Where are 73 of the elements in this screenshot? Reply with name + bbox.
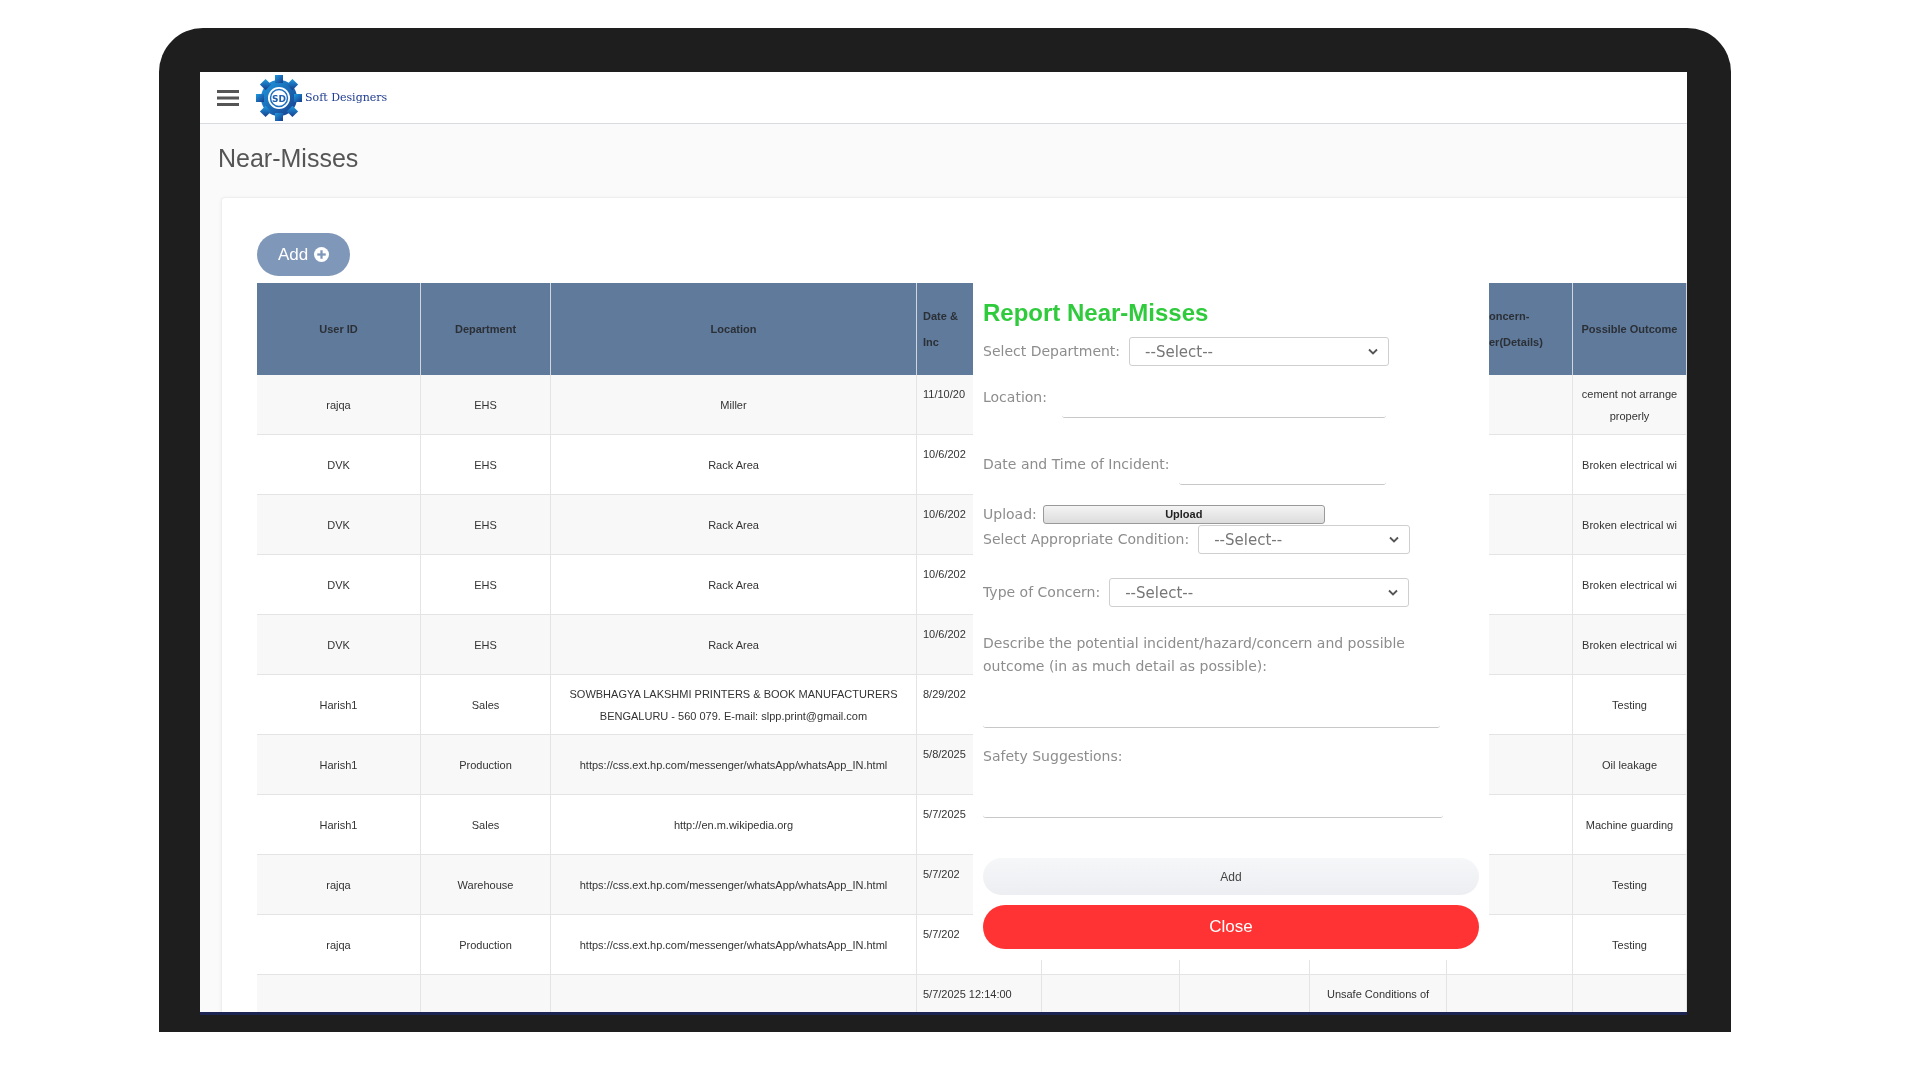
table-cell-text: Miller — [720, 397, 747, 413]
table-cell-text: rajqa — [326, 937, 351, 953]
menu-icon[interactable] — [217, 89, 239, 106]
table-cell-text: https://css.ext.hp.com/messenger/whatsApp/whatsApp_IN.html — [579, 877, 888, 893]
table-cell-text: Rack Area — [708, 457, 759, 473]
table-cell-text: 11/10/20 — [923, 387, 965, 402]
table-cell-text: https://css.ext.hp.com/messenger/whatsApp/whatsApp_IN.html — [579, 757, 888, 773]
table-cell-text: Warehouse — [457, 877, 514, 893]
table-cell-text: 5/8/2025 — [923, 747, 966, 762]
field-label: Upload: — [983, 504, 1037, 524]
table-cell-text: Harish1 — [319, 817, 358, 833]
field-label: Type of Concern: — [983, 583, 1101, 602]
table-cell-text: DVK — [327, 457, 350, 473]
page-title: Near-Misses — [218, 144, 359, 172]
table-cell-text: Rack Area — [708, 517, 759, 533]
table-cell-text: 5/7/202 — [923, 927, 960, 942]
table-cell-text: EHS — [474, 457, 497, 473]
table-cell-text: 8/29/202 — [923, 687, 966, 702]
table-cell-text: rajqa — [326, 877, 351, 893]
field-label: Select Appropriate Condition: — [983, 530, 1190, 549]
add-button[interactable]: Add — [257, 233, 350, 276]
table-cell-text: Oil leakage — [1601, 757, 1657, 773]
field-label: Safety Suggestions: — [983, 747, 1123, 766]
dropdown[interactable]: --Select-- — [1109, 578, 1409, 607]
table-cell-text: Broken electrical wi — [1582, 457, 1677, 473]
table-cell-text: Sales — [471, 817, 500, 833]
field-label: Describe the potential incident/hazard/concern and possible outcome (in as much detail as possible): — [983, 634, 1406, 676]
table-cell-text: 10/6/202 — [923, 627, 966, 642]
table-cell-text: https://css.ext.hp.com/messenger/whatsApp/whatsApp_IN.html — [579, 937, 888, 953]
table-cell-text: 5/7/2025 12:14:00 — [923, 987, 1012, 1002]
table-cell-text: DVK — [327, 637, 350, 653]
table-cell-text: Unsafe Conditions of — [1326, 987, 1430, 1002]
upload-button[interactable]: Upload — [1042, 504, 1325, 524]
table-cell-text: EHS — [474, 637, 497, 653]
table-cell-text: Harish1 — [319, 757, 358, 773]
table-cell-text: 10/6/202 — [923, 507, 966, 522]
dropdown[interactable]: --Select-- — [1198, 525, 1410, 554]
table-cell-text: Rack Area — [708, 577, 759, 593]
table-cell-text: Rack Area — [708, 637, 759, 653]
table-cell-text: Broken electrical wi — [1582, 637, 1677, 653]
table-cell-text: EHS — [474, 397, 497, 413]
table-cell-text: Broken electrical wi — [1582, 577, 1677, 593]
brand-name: Soft Designers — [305, 91, 388, 104]
table-cell-text: 10/6/202 — [923, 567, 966, 582]
chevron-down-icon — [1368, 348, 1378, 355]
table-cell-text: Broken electrical wi — [1582, 517, 1677, 533]
field-label: Date and Time of Incident: — [983, 455, 1170, 474]
add-button[interactable]: Add — [983, 858, 1479, 895]
table-cell-text: SOWBHAGYA LAKSHMI PRINTERS & BOOK MANUFACTURERS BENGALURU - 560 079. E-mail: slpp.print@gmail.com — [568, 686, 899, 724]
table-cell-text: Production — [459, 757, 512, 773]
table-cell-text: Testing — [1612, 937, 1647, 953]
table-cell-text: DVK — [327, 577, 350, 593]
table-cell-text: rajqa — [326, 397, 351, 413]
close-button[interactable]: Close — [983, 905, 1479, 949]
table-cell-text: 5/7/202 — [923, 867, 960, 882]
table-cell-text: Production — [459, 937, 512, 953]
table-cell-text: Harish1 — [319, 697, 358, 713]
dropdown[interactable]: --Select-- — [1129, 337, 1389, 366]
table-cell-text: Testing — [1612, 877, 1647, 893]
table-cell-text: Machine guarding — [1585, 817, 1674, 833]
table-cell-text: EHS — [474, 517, 497, 533]
table-cell-text: DVK — [327, 517, 350, 533]
field-label: Location: — [983, 388, 1047, 407]
chevron-down-icon — [1389, 536, 1399, 543]
table-cell-text: cement not arrange properly — [1580, 386, 1679, 424]
table-cell-text: Testing — [1612, 697, 1647, 713]
table-cell-text: EHS — [474, 577, 497, 593]
chevron-down-icon — [1388, 589, 1398, 596]
table-cell-text: 5/7/2025 — [923, 807, 966, 822]
table-cell-text: http://en.m.wikipedia.org — [673, 817, 794, 833]
plus-circle-icon — [314, 247, 330, 262]
table-cell-text: Sales — [471, 697, 500, 713]
table-cell-text: 10/6/202 — [923, 447, 966, 462]
